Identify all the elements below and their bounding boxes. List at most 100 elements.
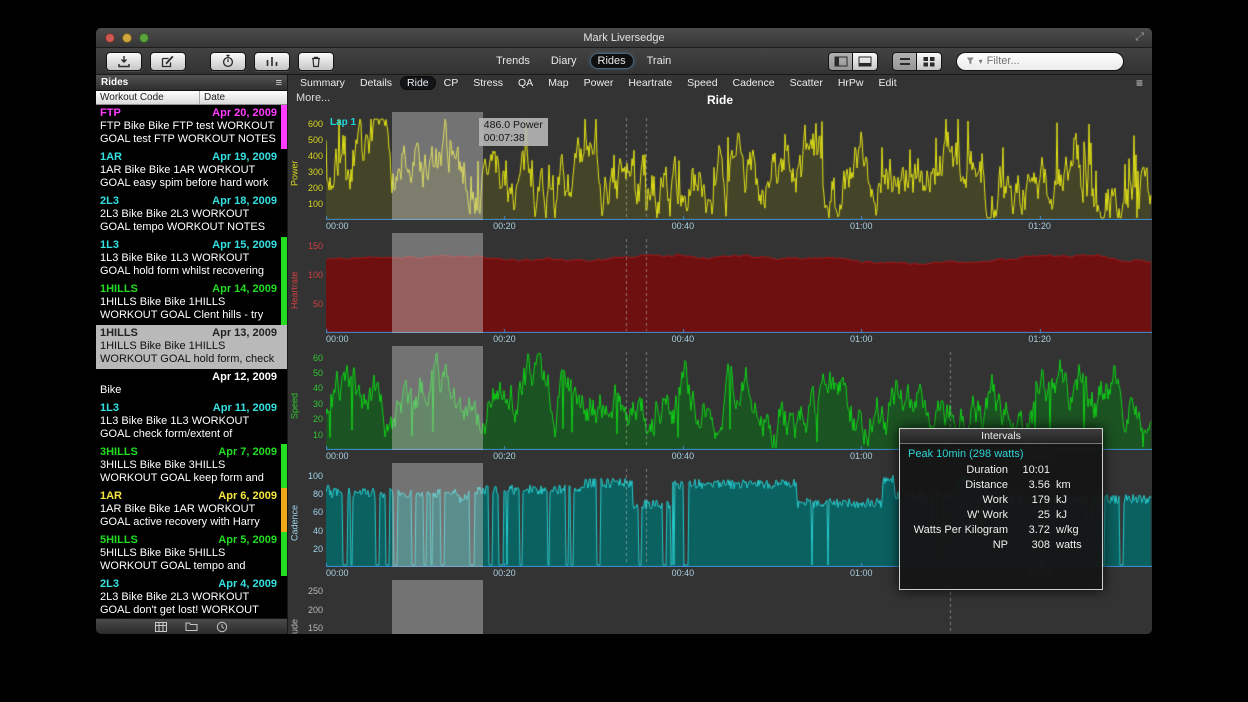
tab-qa[interactable]: QA [511,76,540,90]
ride-list-item[interactable]: 1ARApr 19, 20091AR Bike Bike 1AR WORKOUT… [96,149,287,193]
x-tick-label: 00:00 [326,568,349,578]
chart-y-axis-label: Speed [288,350,301,461]
tab-scatter[interactable]: Scatter [783,76,830,90]
workout-code: FTP [100,107,121,120]
interval-stat-row: Distance3.56km [908,478,1094,493]
ride-list-item[interactable]: FTPApr 20, 2009FTP Bike Bike FTP test WO… [96,105,287,149]
filter-field[interactable]: ▾ [956,52,1124,71]
delete-ride-button[interactable] [298,52,334,71]
x-tick-label: 00:20 [493,568,516,578]
workout-code: 3HILLS [100,446,138,459]
workout-code: 1HILLS [100,327,138,340]
stat-value: 3.72 [1014,523,1050,538]
titlebar[interactable]: Mark Liversedge ⤢ [96,28,1152,48]
workout-description: 1L3 Bike Bike 1L3 WORKOUT GOAL hold form… [100,252,277,278]
ride-list-item[interactable]: 1HILLSApr 14, 20091HILLS Bike Bike 1HILL… [96,281,287,325]
intervals-popup-title[interactable]: Intervals [900,429,1102,444]
intervals-icon [265,55,279,68]
stacked-view-button[interactable] [892,52,917,71]
ride-list-item[interactable]: 3HILLSApr 7, 20093HILLS Bike Bike 3HILLS… [96,444,287,488]
clock-icon[interactable] [216,621,228,633]
toggle-bottom-bar-button[interactable] [853,52,878,71]
ride-item-header: Apr 12, 2009 [100,371,277,384]
ride-item-header: 2L3Apr 18, 2009 [100,195,277,208]
ride-item-header: 1L3Apr 15, 2009 [100,239,277,252]
tab-edit[interactable]: Edit [872,76,904,90]
folder-icon[interactable] [185,621,198,632]
tiled-view-button[interactable] [917,52,942,71]
minimize-window-icon[interactable] [122,33,132,43]
close-window-icon[interactable] [105,33,115,43]
toolbar-tab-diary[interactable]: Diary [543,53,585,69]
tab-map[interactable]: Map [541,76,575,90]
tab-hrpw[interactable]: HrPw [831,76,871,90]
stat-label: W' Work [908,508,1008,523]
selection-band[interactable] [392,112,483,220]
ride-list-item[interactable]: 2L3Apr 4, 20092L3 Bike Bike 2L3 WORKOUT … [96,576,287,618]
sidebar-header: Rides ≡ [96,75,287,91]
tab-cp[interactable]: CP [437,76,466,90]
workout-description: 1L3 Bike Bike 1L3 WORKOUT GOAL check for… [100,415,277,441]
tab-stress[interactable]: Stress [466,76,510,90]
selection-band[interactable] [392,463,483,567]
workout-code: 1L3 [100,239,119,252]
tab-cadence[interactable]: Cadence [726,76,782,90]
intervals-popup[interactable]: Intervals Peak 10min (298 watts) Duratio… [899,428,1103,590]
stopwatch-icon [221,54,235,68]
x-tick-label: 01:20 [1028,221,1051,231]
stopwatch-button[interactable] [210,52,246,71]
x-tick-label: 00:00 [326,451,349,461]
y-tick-label: 150 [308,623,323,633]
ride-list-item[interactable]: 5HILLSApr 5, 20095HILLS Bike Bike 5HILLS… [96,532,287,576]
filter-dropdown-icon[interactable]: ▾ [979,57,983,66]
tab-heartrate[interactable]: Heartrate [621,76,679,90]
tab-details[interactable]: Details [353,76,399,90]
ride-item-header: FTP Apr 20, 2009 [100,107,277,120]
y-tick-label: 20 [313,544,323,554]
y-tick-label: 150 [308,241,323,251]
tab-power[interactable]: Power [577,76,621,90]
workout-description: Bike [100,384,277,397]
ride-list-item[interactable]: 1ARApr 6, 20091AR Bike Bike 1AR WORKOUT … [96,488,287,532]
ride-list-item[interactable]: 1L3Apr 15, 20091L3 Bike Bike 1L3 WORKOUT… [96,237,287,281]
selection-band[interactable] [392,346,483,450]
ride-list-item[interactable]: Apr 12, 2009Bike [96,369,287,400]
toolbar-tab-rides[interactable]: Rides [590,53,634,69]
ride-list-item[interactable]: 1HILLSApr 13, 20091HILLS Bike Bike 1HILL… [96,325,287,369]
ride-list[interactable]: FTPApr 20, 2009FTP Bike Bike FTP test WO… [96,105,287,618]
column-header-date[interactable]: Date [200,91,287,104]
analysis-menu-icon[interactable]: ≡ [1136,76,1147,90]
calendar-icon[interactable] [155,621,167,633]
ride-item-header: 1ARApr 6, 2009 [100,490,277,503]
workout-color-stripe [281,281,287,325]
zoom-window-icon[interactable] [139,33,149,43]
chart-plot-power[interactable]: Lap 1486.0 Power00:07:38 [326,116,1152,220]
tab-speed[interactable]: Speed [680,76,724,90]
column-header-workout-code[interactable]: Workout Code [96,91,200,104]
intervals-button[interactable] [254,52,290,71]
ride-list-item[interactable]: 2L3Apr 18, 20092L3 Bike Bike 2L3 WORKOUT… [96,193,287,237]
selection-band[interactable] [392,580,483,634]
ride-list-item[interactable]: 1L3Apr 11, 20091L3 Bike Bike 1L3 WORKOUT… [96,400,287,444]
chart-plot-altitude[interactable] [326,584,1152,634]
workout-color-stripe [281,105,287,149]
chart-altitude: Altitude100150200250 [288,584,1152,634]
interval-stat-row: Duration10:01 [908,463,1094,478]
workout-date: Apr 20, 2009 [212,107,277,120]
tab-summary[interactable]: Summary [293,76,352,90]
selection-band[interactable] [392,233,483,333]
workout-date: Apr 12, 2009 [212,371,277,384]
save-ride-button[interactable] [106,52,142,71]
more-link[interactable]: More... [296,92,330,104]
toggle-left-sidebar-button[interactable] [828,52,853,71]
toolbar-tab-train[interactable]: Train [639,53,680,69]
chart-plot-heartrate[interactable] [326,237,1152,333]
edit-ride-button[interactable] [150,52,186,71]
toolbar-tab-trends[interactable]: Trends [488,53,538,69]
fullscreen-icon[interactable]: ⤢ [1135,31,1144,44]
chart-y-axis-label: Altitude [288,584,301,634]
filter-input[interactable] [987,55,1114,67]
tab-ride[interactable]: Ride [400,76,436,90]
sidebar-menu-icon[interactable]: ≡ [276,77,282,89]
workout-code: 2L3 [100,195,119,208]
